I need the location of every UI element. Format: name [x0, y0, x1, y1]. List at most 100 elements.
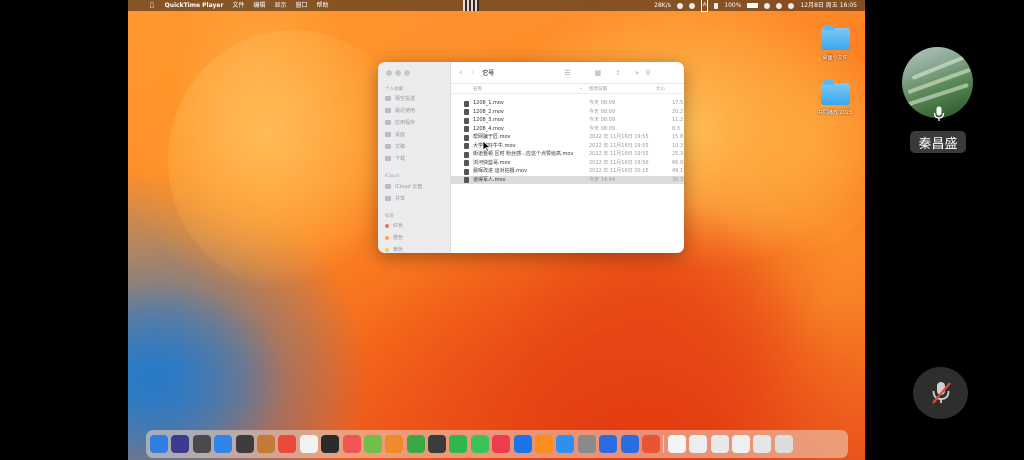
tag-dot-icon — [385, 223, 389, 228]
input-method-icon[interactable]: A — [700, 0, 709, 12]
avatar-stripe — [911, 53, 969, 81]
black-bar — [0, 0, 143, 14]
file-row[interactable]: 1208_3.mov 今天 08:09 11.2 — [451, 116, 684, 125]
dock-app-icon[interactable] — [406, 435, 425, 453]
menu-view[interactable]: 显示 — [274, 0, 286, 11]
dock-app-icon[interactable] — [577, 435, 596, 453]
zoom-button[interactable] — [404, 70, 410, 76]
dock-app-icon[interactable] — [449, 435, 468, 453]
wifi-icon[interactable] — [764, 2, 771, 9]
dock-app-icon[interactable] — [256, 435, 275, 453]
minimize-button[interactable] — [395, 70, 401, 76]
dock-app-icon[interactable] — [535, 435, 554, 453]
menu-edit[interactable]: 编辑 — [253, 0, 265, 11]
dock-app-icon[interactable] — [513, 435, 532, 453]
close-button[interactable] — [386, 70, 392, 76]
dock-app-icon[interactable] — [385, 435, 404, 453]
sidebar-item-desktop[interactable]: 桌面 — [385, 131, 405, 138]
share-icon[interactable]: ⇧ — [615, 69, 621, 77]
bluetooth-icon[interactable] — [714, 2, 719, 9]
sidebar-tag-red[interactable]: 红色 — [385, 222, 403, 229]
back-icon[interactable]: ‹ — [459, 68, 463, 78]
dock-app-icon[interactable] — [753, 435, 772, 453]
dock-app-icon[interactable] — [171, 435, 190, 453]
clock[interactable]: 12月8日 周五 16:05 — [800, 0, 857, 11]
file-row[interactable]: 浏河快篮哥.mov 2022 年 11月16日 19:56 66.0 — [451, 159, 684, 168]
dock-app-icon[interactable] — [556, 435, 575, 453]
sidebar-item-label: 黄色 — [393, 247, 404, 253]
column-name[interactable]: 名称 — [473, 86, 482, 92]
search-icon[interactable]: ⚲ — [645, 69, 650, 77]
sidebar-item-airdrop[interactable]: 隔空投送 — [385, 95, 415, 102]
sidebar-item-recents[interactable]: 最近使用 — [385, 107, 415, 114]
search-icon[interactable] — [776, 2, 783, 9]
sidebar-tag-yellow[interactable]: 黄色 — [385, 246, 403, 253]
group-icon[interactable]: ▦ — [595, 69, 602, 77]
dock-app-icon[interactable] — [774, 435, 793, 453]
menu-file[interactable]: 文件 — [232, 0, 244, 11]
file-size: 49.1 — [672, 168, 684, 174]
sidebar-item-shared[interactable]: 共享 — [385, 195, 405, 202]
dock-app-icon[interactable] — [689, 435, 708, 453]
sidebar-item-icloud-drive[interactable]: iCloud 云盘 — [385, 183, 422, 190]
tag-dot-icon — [385, 235, 389, 240]
dock-app-icon[interactable] — [192, 435, 211, 453]
dock-app-icon[interactable] — [470, 435, 489, 453]
dock-app-icon[interactable] — [150, 435, 168, 453]
battery-icon[interactable] — [747, 3, 759, 8]
file-row[interactable]: 晨晖改进 运对拍摄.mov 2022 年 11月16日 20:15 49.1 — [451, 167, 684, 176]
file-date: 今天 08:09 — [589, 100, 615, 106]
movie-file-icon — [464, 109, 469, 115]
dock-app-icon[interactable] — [641, 435, 660, 453]
column-size[interactable]: 大小 — [656, 86, 665, 92]
more-icon[interactable]: » — [635, 69, 639, 77]
face-icon[interactable] — [676, 2, 683, 9]
desktop-folder[interactable]: 桌面小文件 — [813, 25, 857, 61]
folder-icon — [820, 25, 850, 50]
dock-app-icon[interactable] — [710, 435, 729, 453]
dock-app-icon[interactable] — [235, 435, 254, 453]
file-size: 8.3 — [672, 125, 680, 132]
participant-name: 秦昌盛 — [910, 131, 966, 153]
column-date[interactable]: 修改日期 — [589, 86, 607, 92]
menu-help[interactable]: 帮助 — [316, 0, 328, 11]
window-title: 它号 — [482, 70, 495, 77]
sidebar-item-label: 桌面 — [395, 132, 406, 138]
desktop-folder[interactable]: 共同播放 2023 — [813, 80, 857, 116]
dock-app-icon[interactable] — [599, 435, 618, 453]
dock-app-icon[interactable] — [731, 435, 750, 453]
finder-sidebar: 个人收藏 隔空投送 最近使用 应用程序 桌面 文稿 下载 iCloud iClo… — [378, 62, 451, 253]
sidebar-item-downloads[interactable]: 下载 — [385, 155, 405, 162]
forward-icon[interactable]: › — [471, 68, 475, 78]
mic-status-icon[interactable] — [688, 2, 695, 9]
dock-app-icon[interactable] — [342, 435, 361, 453]
dock-app-icon[interactable] — [428, 435, 447, 453]
file-name: 大学和好牛牛.mov — [473, 142, 516, 149]
dock-app-icon[interactable] — [214, 435, 233, 453]
dock-app-icon[interactable] — [278, 435, 297, 453]
menu-app-name[interactable]: QuickTime Player — [165, 0, 224, 11]
sidebar-tag-orange[interactable]: 橙色 — [385, 234, 403, 241]
file-row[interactable]: 1208_1.mov 今天 08:09 17.5 — [451, 99, 684, 108]
dock-app-icon[interactable] — [321, 435, 340, 453]
list-view-icon[interactable]: ☰ — [564, 69, 570, 77]
sidebar-item-applications[interactable]: 应用程序 — [385, 119, 415, 126]
applications-icon — [385, 120, 391, 125]
dock-app-icon[interactable] — [667, 435, 686, 453]
dock-app-icon[interactable] — [363, 435, 382, 453]
dock-app-icon[interactable] — [620, 435, 639, 453]
file-size: 66.0 — [672, 159, 684, 166]
sidebar-item-documents[interactable]: 文稿 — [385, 143, 405, 150]
movie-file-icon — [464, 100, 469, 107]
control-center-icon[interactable] — [788, 2, 795, 9]
mute-button[interactable] — [913, 367, 968, 419]
menu-window[interactable]: 窗口 — [295, 0, 307, 11]
file-size: 15.8 — [672, 134, 684, 140]
file-row[interactable]: 1208_2.mov 今天 08:09 20.2 — [451, 108, 684, 117]
file-row[interactable]: 1208_4.mov 今天 08:09 8.3 — [451, 125, 684, 134]
file-row-selected[interactable]: 道得军人.mov 今天 14:44 30.3 — [451, 175, 684, 184]
dock-app-icon[interactable] — [492, 435, 511, 453]
sidebar-item-label: 应用程序 — [395, 120, 416, 126]
dock-app-icon[interactable] — [299, 435, 318, 453]
apple-icon[interactable]:  — [150, 0, 154, 11]
